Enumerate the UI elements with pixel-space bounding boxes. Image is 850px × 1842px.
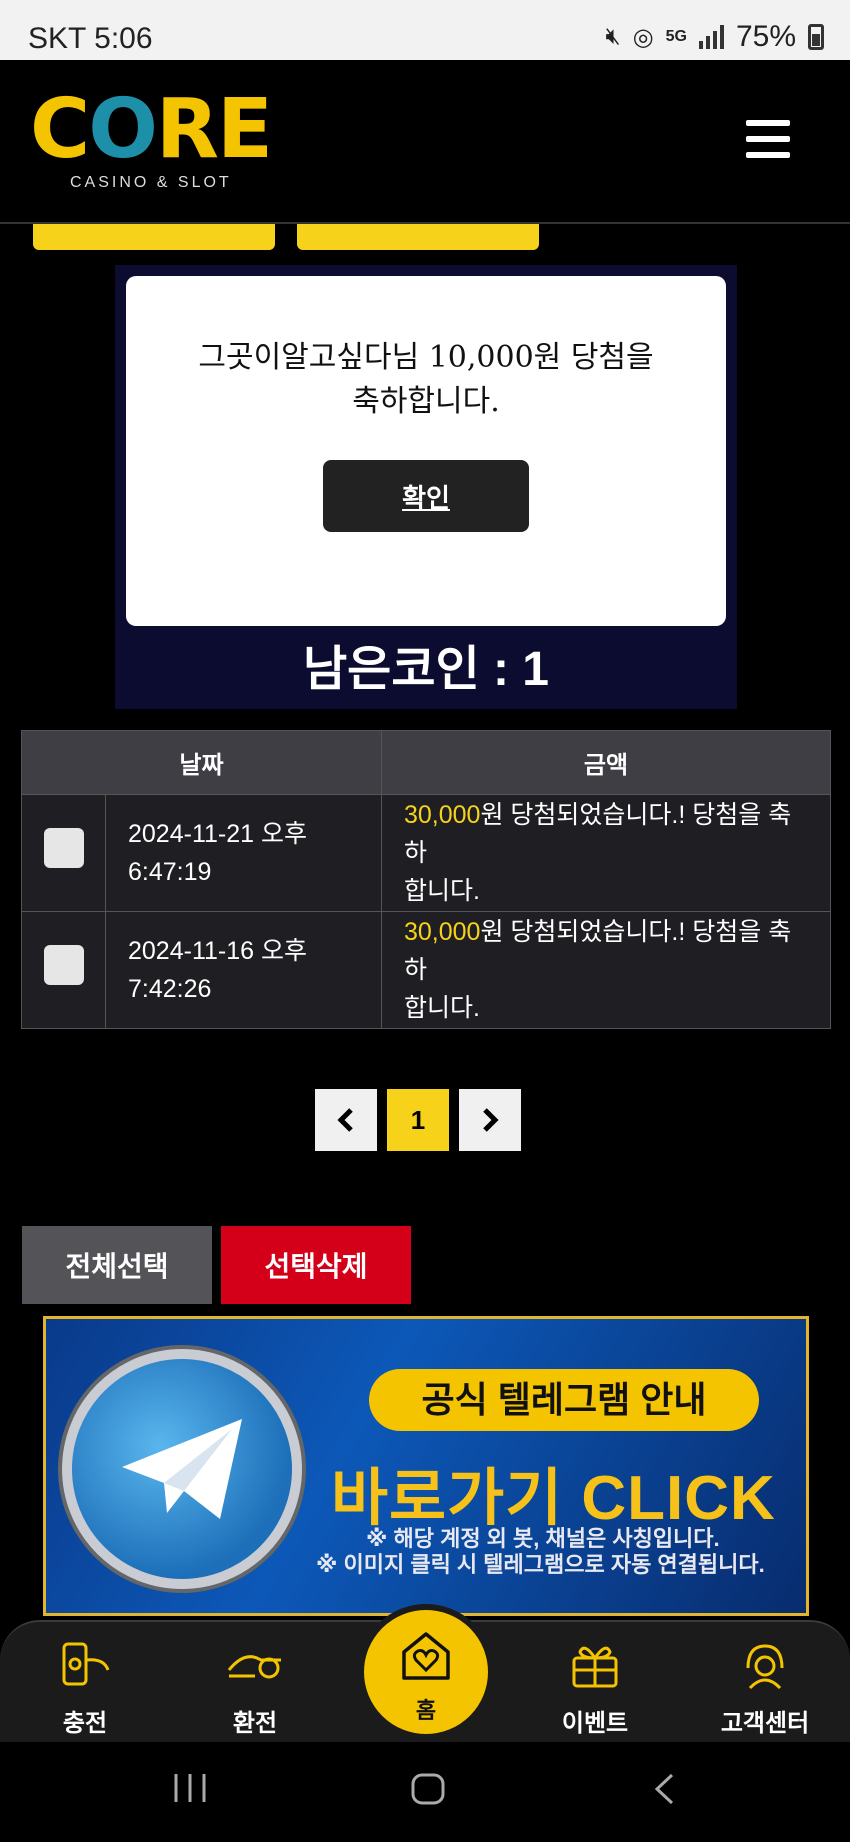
confirm-button[interactable]: 확인 [323,460,529,532]
system-nav-bar [0,1742,850,1842]
home-heart-icon [402,1632,450,1680]
nav-support[interactable]: 고객센터 [705,1640,825,1738]
banner-pill: 공식 텔레그램 안내 [369,1369,759,1431]
row-checkbox[interactable] [43,944,84,985]
row-amount: 30,000원 당첨되었습니다.! 당첨을 축하 합니다. [381,794,831,912]
logo-wordmark: CORE [30,82,273,177]
table-row: 2024-11-16 오후 7:42:26 30,000원 당첨되었습니다.! … [21,911,831,1029]
status-icons: 🔇︎ ◎ 5G 75% [606,20,824,54]
telegram-icon [62,1349,302,1589]
banner-note: ※ 이미지 클릭 시 텔레그램으로 자동 연결됩니다. [316,1552,765,1577]
column-header-date: 날짜 [21,730,382,795]
telegram-banner[interactable]: 공식 텔레그램 안내 바로가기 CLICK ※ 해당 계정 외 봇, 채널은 사… [43,1316,809,1616]
nav-event[interactable]: 이벤트 [535,1640,655,1738]
nav-exchange[interactable]: 환전 [195,1640,315,1738]
charge-icon [62,1642,110,1686]
gift-icon [572,1646,618,1688]
history-table: 날짜 금액 2024-11-21 오후 6:47:19 30,000원 당첨되었… [21,730,831,1029]
status-bar: SKT 5:06 🔇︎ ◎ 5G 75% [0,0,850,60]
network-label: 5G [665,28,687,45]
hidden-button-stub[interactable] [297,224,539,250]
site-logo[interactable]: CORE CASINO & SLOT [30,82,280,200]
win-popup: 그곳이알고싶다님 10,000원 당첨을 축하합니다. 확인 [126,276,726,626]
nav-charge[interactable]: 충전 [25,1640,145,1738]
row-date: 2024-11-21 오후 6:47:19 [105,794,382,912]
recent-apps-icon[interactable] [172,1772,208,1809]
prev-page-icon[interactable] [315,1089,377,1151]
headset-icon [746,1644,784,1690]
pagination: 1 [315,1089,521,1151]
select-all-button[interactable]: 전체선택 [22,1226,212,1304]
delete-selected-button[interactable]: 선택삭제 [221,1226,411,1304]
next-page-icon[interactable] [459,1089,521,1151]
row-checkbox[interactable] [43,827,84,868]
page-number[interactable]: 1 [387,1089,449,1151]
home-system-icon[interactable] [410,1772,446,1811]
column-header-amount: 금액 [381,730,831,795]
nav-home[interactable]: 홈 [358,1604,494,1740]
hamburger-menu-icon[interactable] [746,120,790,158]
row-date: 2024-11-16 오후 7:42:26 [105,911,382,1029]
battery-icon [808,24,824,50]
back-icon[interactable] [652,1772,676,1811]
mute-icon: 🔇︎ [605,23,621,50]
hidden-button-stub[interactable] [33,224,275,250]
table-row: 2024-11-21 오후 6:47:19 30,000원 당첨되었습니다.! … [21,794,831,912]
row-amount: 30,000원 당첨되었습니다.! 당첨을 축하 합니다. [381,911,831,1029]
status-time: SKT 5:06 [28,22,153,55]
site-header: CORE CASINO & SLOT [0,60,850,224]
popup-message: 그곳이알고싶다님 10,000원 당첨을 축하합니다. [198,340,654,419]
exchange-icon [227,1655,281,1679]
remaining-coins: 남은코인 : 1 [303,643,549,696]
battery-percent: 75% [735,20,796,53]
signal-icon [698,25,724,49]
hotspot-icon: ◎ [632,23,654,51]
